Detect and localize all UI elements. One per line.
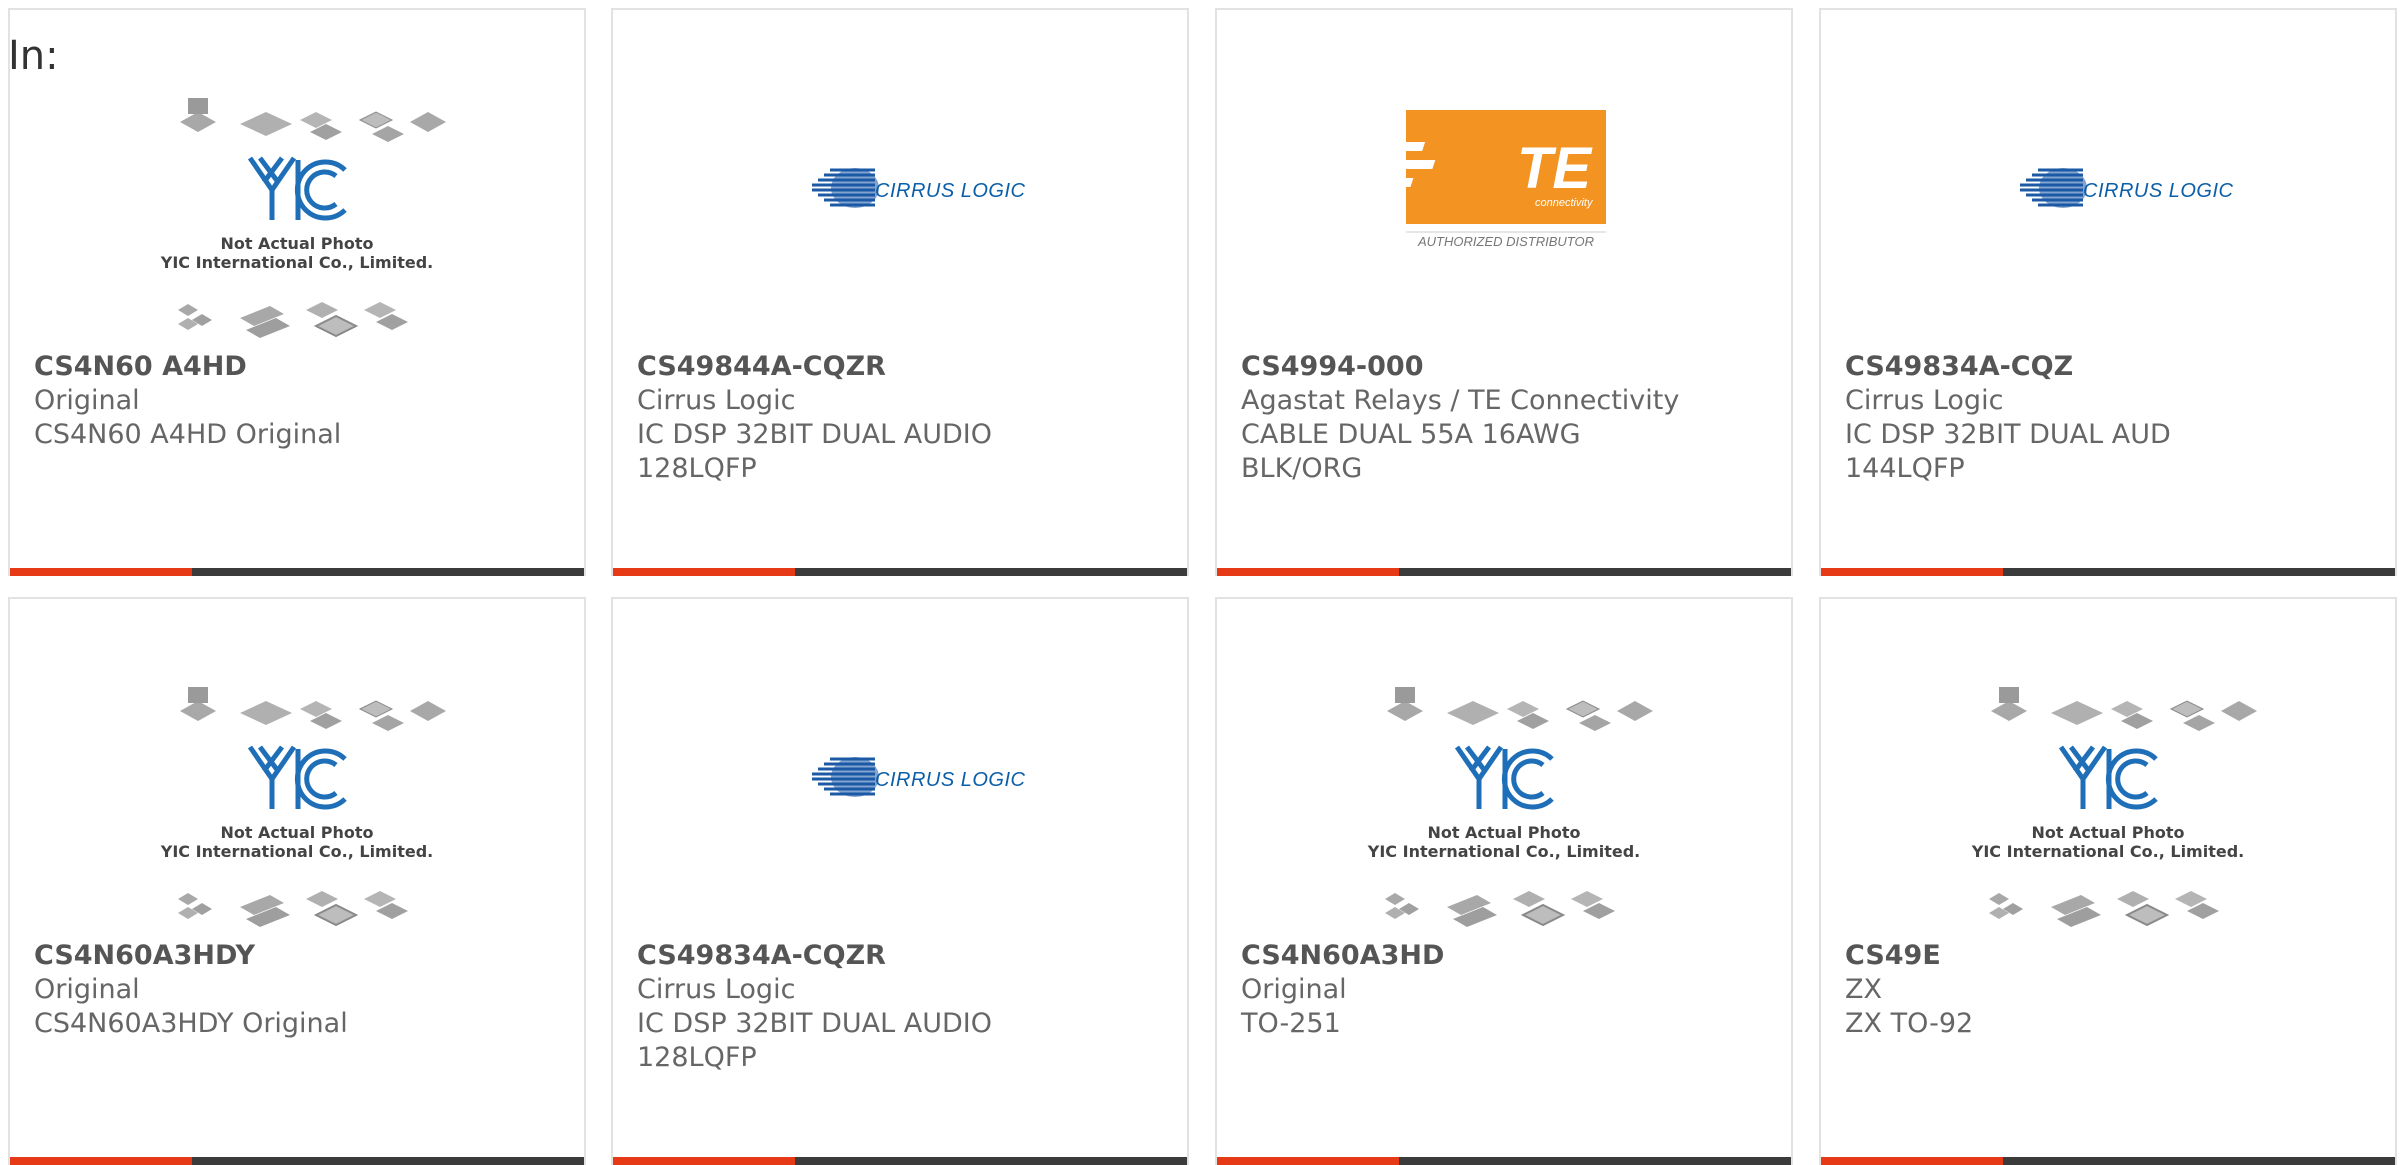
card-footer-bar [1821,568,2395,576]
part-number[interactable]: CS4N60A3HDY [34,939,564,973]
chip-icons-top [180,98,446,142]
svg-text:YIC International Co., Limited: YIC International Co., Limited. [1367,842,1640,861]
part-number[interactable]: CS4994-000 [1241,350,1771,384]
svg-text:YIC International Co., Limited: YIC International Co., Limited. [160,842,433,861]
part-number[interactable]: CS4N60 A4HD [34,350,564,384]
yic-logo [2058,745,2158,810]
chip-icons-bottom [178,891,408,927]
chip-icons-top [1387,687,1653,731]
cirrus-logo-mark [2020,168,2087,208]
description: IC DSP 32BIT DUAL AUD 144LQFP [1845,419,2171,484]
product-card[interactable]: Not Actual Photo YIC International Co., … [1215,597,1793,1165]
chip-icons-bottom [1385,891,1615,927]
cirrus-logo-text: CIRRUS LOGIC [875,180,1026,202]
product-info: CS4N60A3HD Original TO-251 [1241,939,1771,1041]
card-footer-bar [1217,1157,1791,1165]
product-card[interactable]: TE connectivity AUTHORIZED DISTRIBUTOR C… [1215,8,1793,576]
svg-text:Not Actual Photo: Not Actual Photo [220,823,373,842]
svg-text:Not Actual Photo: Not Actual Photo [1427,823,1580,842]
svg-text:AUTHORIZED DISTRIBUTOR: AUTHORIZED DISTRIBUTOR [1417,234,1594,249]
product-info: CS4N60 A4HD Original CS4N60 A4HD Origina… [34,350,564,452]
description: CS4N60A3HDY Original [34,1008,348,1039]
product-grid: Not Actual Photo YIC International Co., … [8,8,2400,1165]
product-image: CIRRUS LOGIC [1821,10,2395,350]
chip-icons-bottom [1989,891,2219,927]
manufacturer: Cirrus Logic [637,385,796,416]
description: CS4N60 A4HD Original [34,419,342,450]
product-card[interactable]: CIRRUS LOGIC CS49834A-CQZR Cirrus Logic … [611,597,1189,1165]
card-accent-bar [613,568,795,576]
product-image: CIRRUS LOGIC [613,599,1187,939]
manufacturer: Agastat Relays / TE Connectivity [1241,385,1680,416]
part-number[interactable]: CS49834A-CQZR [637,939,1167,973]
product-info: CS4994-000 Agastat Relays / TE Connectiv… [1241,350,1771,486]
manufacturer: Cirrus Logic [1845,385,2004,416]
product-image: Not Actual Photo YIC International Co., … [1821,599,2395,939]
svg-text:TE: TE [1517,136,1593,201]
card-footer-bar [1821,1157,2395,1165]
yic-logo [1454,745,1554,810]
product-card[interactable]: Not Actual Photo YIC International Co., … [8,597,586,1165]
product-image: Not Actual Photo YIC International Co., … [10,599,584,939]
product-info: CS49E ZX ZX TO-92 [1845,939,2375,1041]
manufacturer: Original [34,974,140,1005]
svg-text:YIC International Co., Limited: YIC International Co., Limited. [160,253,433,272]
description: IC DSP 32BIT DUAL AUDIO 128LQFP [637,1008,992,1073]
card-footer-bar [613,568,1187,576]
part-number[interactable]: CS49E [1845,939,2375,973]
description: ZX TO-92 [1845,1008,1974,1039]
chip-icons-top [1991,687,2257,731]
description: IC DSP 32BIT DUAL AUDIO 128LQFP [637,419,992,484]
part-number[interactable]: CS49834A-CQZ [1845,350,2375,384]
product-card[interactable]: Not Actual Photo YIC International Co., … [1819,597,2397,1165]
card-accent-bar [1821,1157,2003,1165]
chip-icons-bottom [178,302,408,338]
product-info: CS49834A-CQZ Cirrus Logic IC DSP 32BIT D… [1845,350,2375,486]
cirrus-logo-text: CIRRUS LOGIC [875,769,1026,791]
svg-text:Not Actual Photo: Not Actual Photo [2031,823,2184,842]
product-info: CS4N60A3HDY Original CS4N60A3HDY Origina… [34,939,564,1041]
product-card[interactable]: CIRRUS LOGIC CS49844A-CQZR Cirrus Logic … [611,8,1189,576]
yic-logo [247,156,347,221]
card-footer-bar [10,1157,584,1165]
product-info: CS49834A-CQZR Cirrus Logic IC DSP 32BIT … [637,939,1167,1075]
product-image: Not Actual Photo YIC International Co., … [10,10,584,350]
cirrus-logo-mark [812,168,879,208]
manufacturer: Cirrus Logic [637,974,796,1005]
description: CABLE DUAL 55A 16AWG BLK/ORG [1241,419,1581,484]
card-footer-bar [613,1157,1187,1165]
cirrus-logo-mark [812,757,879,797]
part-number[interactable]: CS49844A-CQZR [637,350,1167,384]
card-accent-bar [1217,568,1399,576]
svg-text:YIC International Co., Limited: YIC International Co., Limited. [1971,842,2244,861]
product-card[interactable]: Not Actual Photo YIC International Co., … [8,8,586,576]
yic-logo [247,745,347,810]
card-accent-bar [10,568,192,576]
card-footer-bar [1217,568,1791,576]
svg-text:connectivity: connectivity [1535,197,1594,209]
card-footer-bar [10,568,584,576]
card-accent-bar [613,1157,795,1165]
part-number[interactable]: CS4N60A3HD [1241,939,1771,973]
product-image: CIRRUS LOGIC [613,10,1187,350]
product-image: TE connectivity AUTHORIZED DISTRIBUTOR [1217,10,1791,350]
product-card[interactable]: CIRRUS LOGIC CS49834A-CQZ Cirrus Logic I… [1819,8,2397,576]
description: TO-251 [1241,1008,1341,1039]
product-info: CS49844A-CQZR Cirrus Logic IC DSP 32BIT … [637,350,1167,486]
manufacturer: ZX [1845,974,1882,1005]
cirrus-logo-text: CIRRUS LOGIC [2083,180,2234,202]
card-accent-bar [10,1157,192,1165]
page-label: In: [8,33,59,79]
card-accent-bar [1217,1157,1399,1165]
manufacturer: Original [1241,974,1347,1005]
product-image: Not Actual Photo YIC International Co., … [1217,599,1791,939]
chip-icons-top [180,687,446,731]
manufacturer: Original [34,385,140,416]
card-accent-bar [1821,568,2003,576]
svg-text:Not Actual Photo: Not Actual Photo [220,234,373,253]
